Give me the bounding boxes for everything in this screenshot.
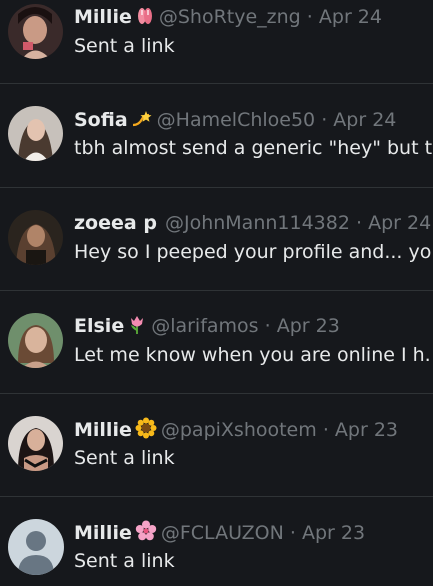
- conversation-list: Millie @ShoRtye_zng · Apr 24 Sent a link…: [0, 0, 433, 586]
- separator: ·: [289, 522, 296, 544]
- conversation-item[interactable]: Sofia @HamelChloe50 · Apr 24 tbh almost …: [0, 84, 433, 188]
- sender-name: Millie: [74, 419, 132, 441]
- avatar[interactable]: [8, 416, 63, 471]
- sender-name: zoeea p: [74, 212, 157, 234]
- sender-handle: @FCLAUZON: [160, 522, 284, 544]
- message-date: Apr 24: [333, 109, 397, 131]
- separator: ·: [321, 109, 328, 131]
- sender-name: Millie: [74, 522, 132, 544]
- sender-name: Elsie: [74, 315, 125, 337]
- separator: ·: [322, 419, 329, 441]
- flip-flops-icon: [135, 6, 155, 32]
- message-preview: Sent a link: [74, 447, 175, 469]
- default-avatar-icon[interactable]: [8, 519, 64, 575]
- message-date: Apr 24: [318, 6, 382, 28]
- sender-handle: @larifamos: [151, 315, 259, 337]
- message-date: Apr 23: [301, 522, 366, 544]
- conversation-item[interactable]: zoeea p @JohnMann114382 · Apr 24 Hey so …: [0, 188, 433, 291]
- avatar[interactable]: [8, 106, 63, 161]
- message-date: Apr 23: [334, 419, 398, 441]
- message-preview: Hey so I peeped your profile and... yo: [74, 241, 432, 263]
- message-preview: Let me know when you are online I h.: [74, 344, 431, 366]
- conversation-item[interactable]: Millie @papiXshootem · Apr 23 Sent a lin…: [0, 394, 433, 497]
- message-preview: Sent a link: [74, 550, 175, 572]
- tulip-icon: [127, 315, 147, 341]
- sender-name: Sofia: [74, 109, 128, 131]
- dizzy-icon: [131, 109, 153, 135]
- sunflower-icon: [135, 417, 157, 445]
- message-date: Apr 23: [276, 315, 340, 337]
- separator: ·: [306, 6, 313, 28]
- conversation-item[interactable]: Millie @FCLAUZON · Apr 23 Sent a link: [0, 497, 433, 586]
- sender-handle: @JohnMann114382: [164, 212, 350, 234]
- separator: ·: [355, 212, 363, 234]
- message-date: Apr 24: [368, 212, 432, 234]
- separator: ·: [264, 315, 271, 337]
- sender-handle: @papiXshootem: [160, 419, 317, 441]
- conversation-item[interactable]: Elsie @larifamos · Apr 23 Let me know wh…: [0, 291, 433, 394]
- avatar[interactable]: [8, 313, 63, 368]
- avatar[interactable]: [8, 4, 63, 59]
- sender-handle: @HamelChloe50: [156, 109, 316, 131]
- conversation-item[interactable]: Millie @ShoRtye_zng · Apr 24 Sent a link: [0, 0, 433, 84]
- avatar[interactable]: [8, 210, 63, 265]
- sender-name: Millie: [74, 6, 132, 28]
- cherry-blossom-icon: [135, 520, 157, 548]
- sender-handle: @ShoRtye_zng: [158, 6, 301, 28]
- message-preview: tbh almost send a generic "hey" but t: [74, 137, 433, 159]
- message-preview: Sent a link: [74, 35, 175, 57]
